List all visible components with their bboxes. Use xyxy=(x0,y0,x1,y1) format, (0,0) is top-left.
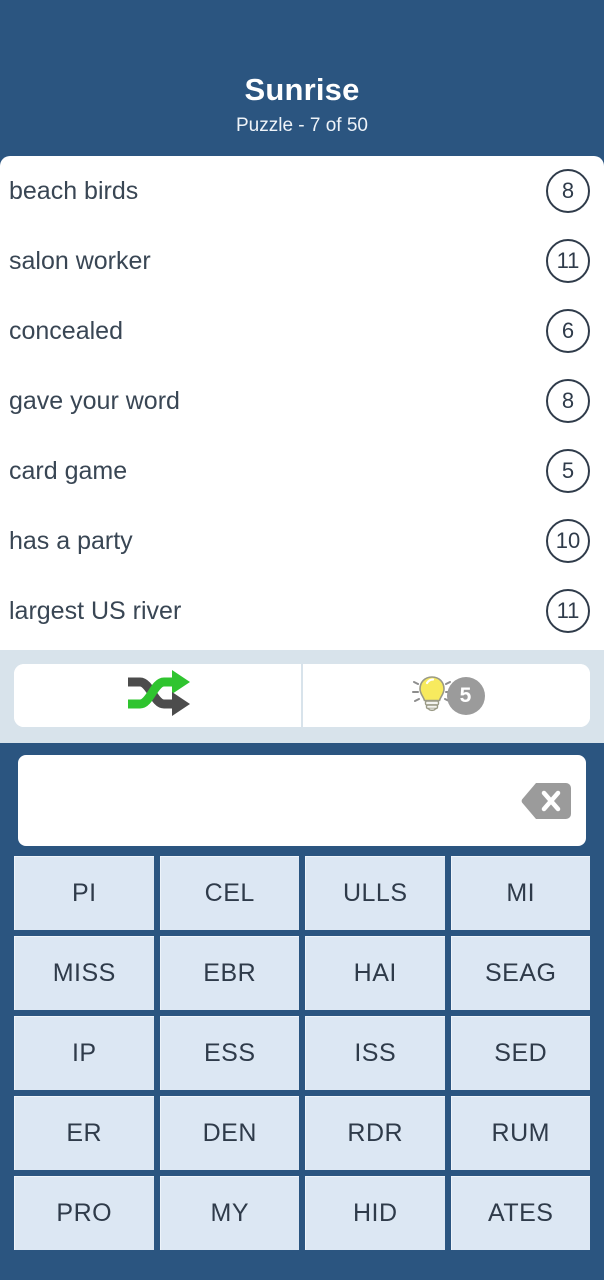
answer-zone xyxy=(0,743,604,856)
clue-text: largest US river xyxy=(9,597,182,625)
backspace-button[interactable] xyxy=(520,780,572,822)
clue-length-badge: 6 xyxy=(546,309,590,353)
hint-count-badge: 5 xyxy=(446,676,485,715)
clue-length-badge: 8 xyxy=(546,379,590,423)
clue-length-badge: 11 xyxy=(546,589,590,633)
clue-list: beach birds 8 salon worker 11 concealed … xyxy=(0,156,604,650)
letter-tile[interactable]: MY xyxy=(159,1176,299,1250)
letter-tile[interactable]: ATES xyxy=(450,1176,590,1250)
puzzle-progress-label: Puzzle - 7 of 50 xyxy=(235,115,369,136)
action-toolbar: 5 xyxy=(0,650,604,743)
letter-tile[interactable]: ESS xyxy=(159,1016,299,1090)
letter-tile[interactable]: ER xyxy=(14,1096,154,1170)
letter-tile[interactable]: PRO xyxy=(14,1176,154,1250)
letter-tile[interactable]: HID xyxy=(305,1176,445,1250)
toolbar-pill: 5 xyxy=(14,664,590,727)
clue-row[interactable]: largest US river 11 xyxy=(0,576,604,646)
letter-tile[interactable]: DEN xyxy=(159,1096,299,1170)
shuffle-button[interactable] xyxy=(14,664,301,727)
page-title: Sunrise xyxy=(244,72,360,107)
clue-row[interactable]: has a party 10 xyxy=(0,506,604,576)
hint-button[interactable]: 5 xyxy=(301,664,590,727)
clue-text: has a party xyxy=(9,527,133,555)
letter-tile[interactable]: ULLS xyxy=(305,856,445,930)
letter-tile[interactable]: SED xyxy=(450,1016,590,1090)
letter-tile[interactable]: HAI xyxy=(305,936,445,1010)
clue-text: salon worker xyxy=(9,247,151,275)
letter-tile[interactable]: MI xyxy=(450,856,590,930)
clue-length-badge: 8 xyxy=(546,169,590,213)
letter-tile[interactable]: EBR xyxy=(159,936,299,1010)
app-header: Sunrise Puzzle - 7 of 50 xyxy=(0,0,604,156)
clue-length-badge: 10 xyxy=(546,519,590,563)
clue-row[interactable]: concealed 6 xyxy=(0,296,604,366)
letter-tile[interactable]: ISS xyxy=(305,1016,445,1090)
answer-input[interactable] xyxy=(18,755,586,846)
tile-grid-zone: PI CEL ULLS MI MISS EBR HAI SEAG IP ESS … xyxy=(0,856,604,1280)
hint-wrap: 5 xyxy=(409,670,485,721)
letter-tile[interactable]: CEL xyxy=(159,856,299,930)
clue-length-badge: 5 xyxy=(546,449,590,493)
letter-tile[interactable]: IP xyxy=(14,1016,154,1090)
clue-row[interactable]: card game 5 xyxy=(0,436,604,506)
clue-text: card game xyxy=(9,457,128,485)
clue-text: concealed xyxy=(9,317,123,345)
letter-tile[interactable]: MISS xyxy=(14,936,154,1010)
clue-row[interactable]: beach birds 8 xyxy=(0,156,604,226)
shuffle-icon xyxy=(122,668,194,723)
letter-tile[interactable]: PI xyxy=(14,856,154,930)
clue-row[interactable]: gave your word 8 xyxy=(0,366,604,436)
clue-text: beach birds xyxy=(9,177,139,205)
letter-tile[interactable]: RDR xyxy=(305,1096,445,1170)
tile-grid: PI CEL ULLS MI MISS EBR HAI SEAG IP ESS … xyxy=(14,856,590,1250)
clue-text: gave your word xyxy=(9,387,180,415)
clue-length-badge: 11 xyxy=(546,239,590,283)
puzzle-app: Sunrise Puzzle - 7 of 50 beach birds 8 s… xyxy=(0,0,604,1280)
letter-tile[interactable]: SEAG xyxy=(450,936,590,1010)
clue-row[interactable]: salon worker 11 xyxy=(0,226,604,296)
letter-tile[interactable]: RUM xyxy=(450,1096,590,1170)
